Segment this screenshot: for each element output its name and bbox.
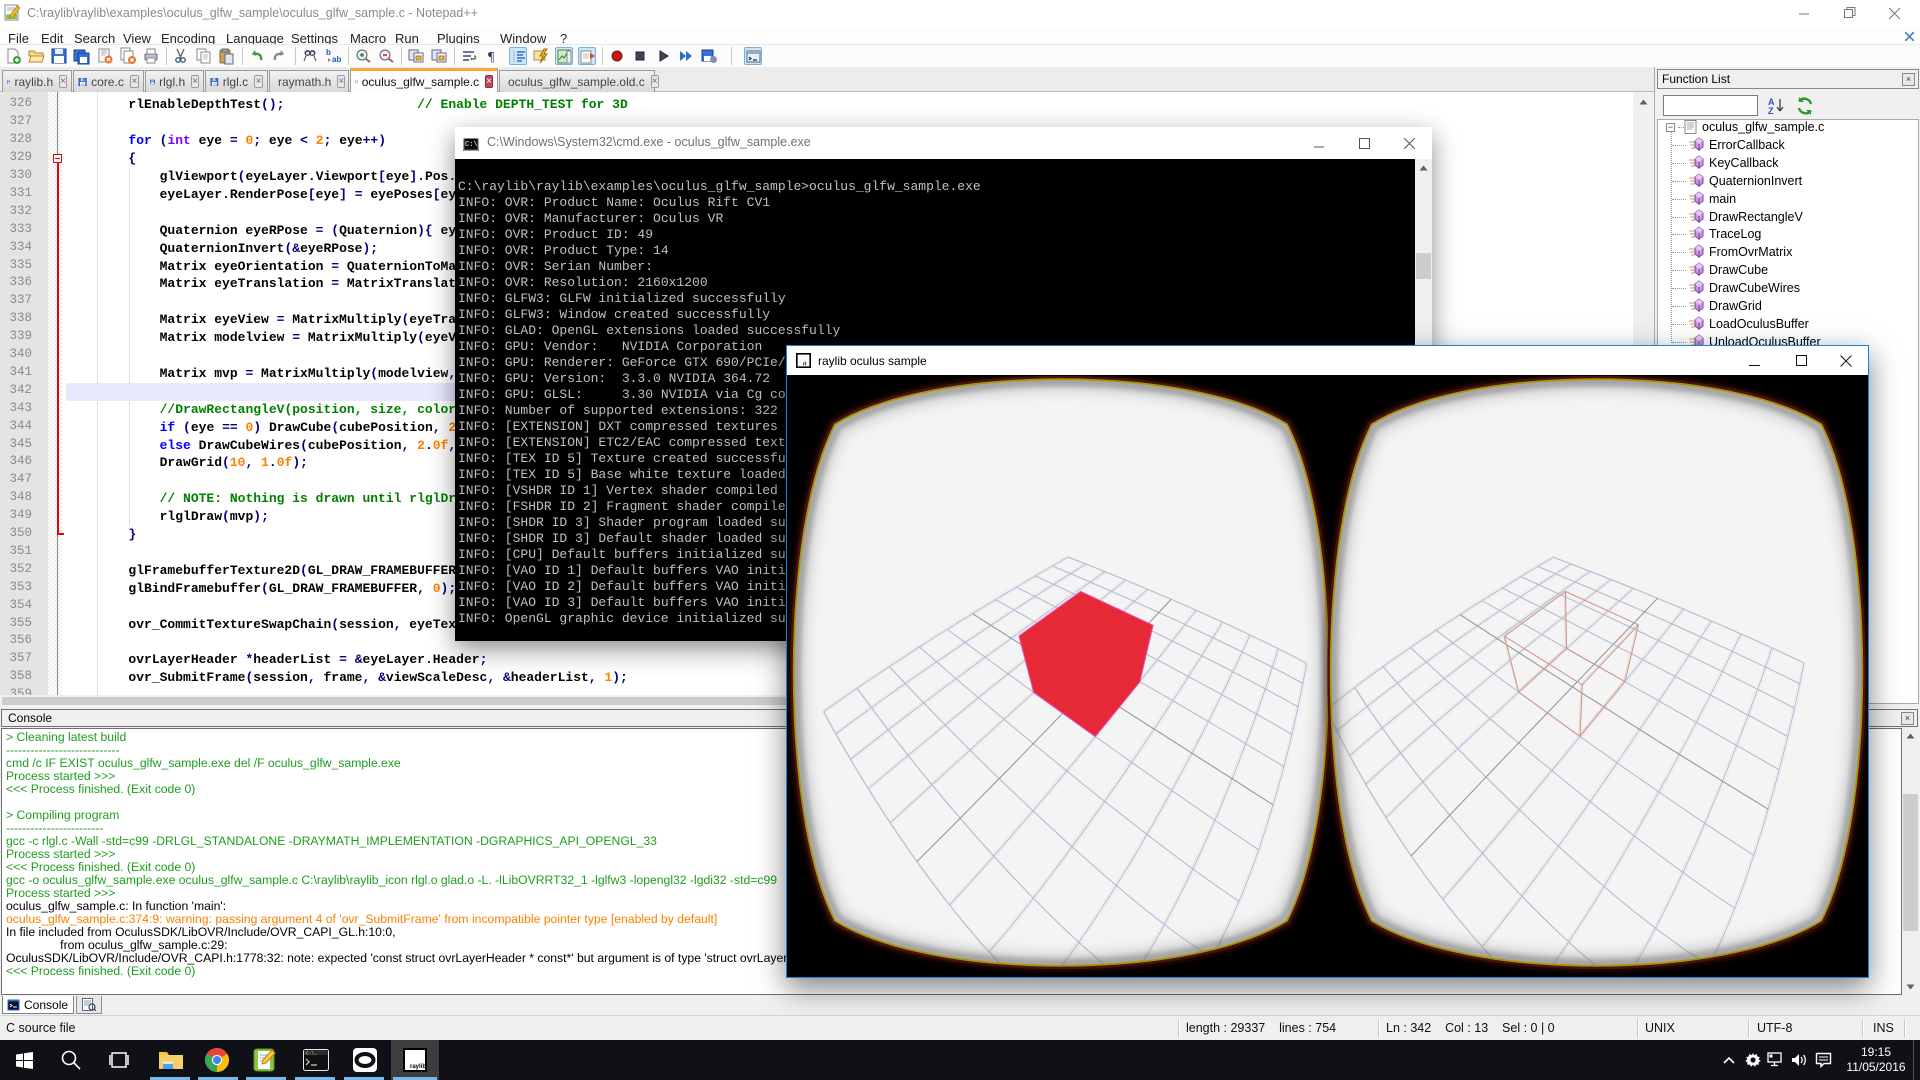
svg-text:C:\: C:\ [465, 141, 478, 149]
svg-text:raylib: raylib [410, 1064, 426, 1070]
svg-text:Z: Z [1768, 106, 1774, 116]
svg-text:b: b [326, 48, 331, 57]
svg-text:¶: ¶ [488, 50, 495, 65]
svg-text:C:\_: C:\_ [306, 1051, 317, 1057]
svg-text:ab: ab [332, 55, 341, 64]
